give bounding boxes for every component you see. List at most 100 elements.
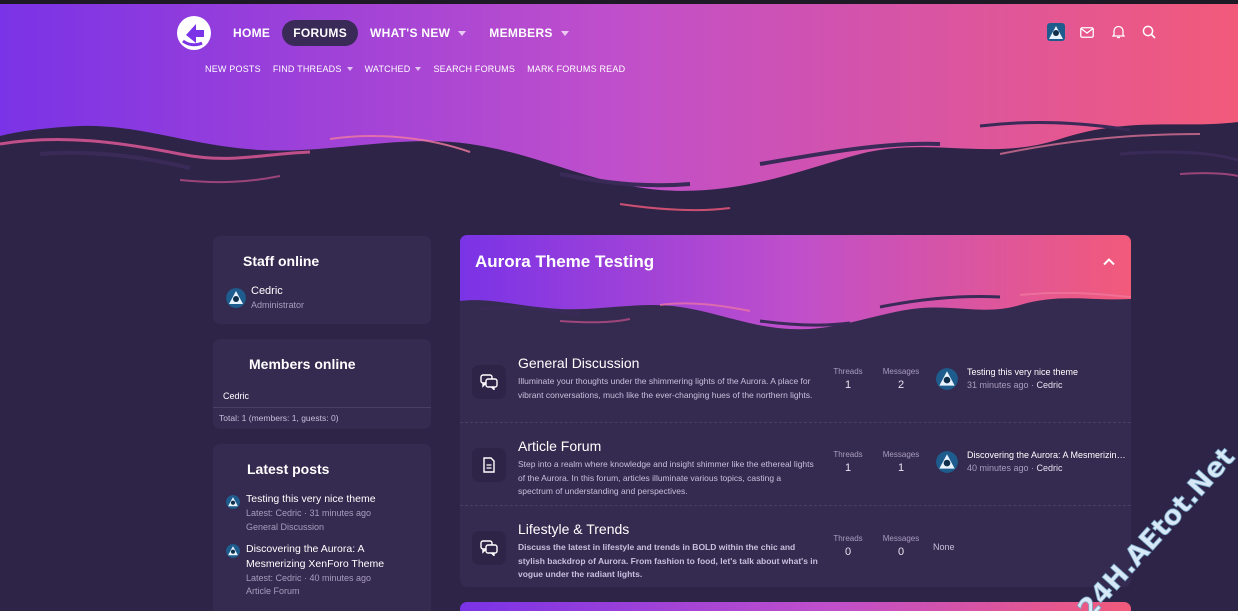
user-avatar[interactable] <box>226 495 240 509</box>
subnav-new-posts[interactable]: NEW POSTS <box>205 64 261 74</box>
forum-description: Illuminate your thoughts under the shimm… <box>518 376 813 400</box>
last-post-title[interactable]: Discovering the Aurora: A Mesmerizing Xe… <box>967 450 1127 460</box>
forum-description: Discuss the latest in lifestyle and tren… <box>518 542 818 579</box>
subnav-watched[interactable]: WATCHED <box>365 64 422 74</box>
messages-count: 2 <box>897 379 905 391</box>
sub-navigation: NEW POSTS FIND THREADS WATCHED SEARCH FORUM… <box>205 64 637 74</box>
last-post: Discovering the Aurora: A Mesmerizing Xe… <box>967 450 1127 473</box>
subnav-label: SEARCH FORUMS <box>433 64 516 74</box>
chevron-down-icon[interactable] <box>560 30 569 36</box>
next-category-header[interactable] <box>460 602 1131 611</box>
nav-tab-label: MEMBERS <box>489 26 553 40</box>
subnav-find-threads[interactable]: FIND THREADS <box>273 64 353 74</box>
document-icon[interactable] <box>472 448 506 482</box>
nav-tab-forums[interactable]: FORUMS <box>282 20 358 46</box>
nav-tab-home[interactable]: HOME <box>222 20 281 46</box>
latest-post-title-line1: Discovering the Aurora: A <box>246 543 365 555</box>
online-total: Total: 1 (members: 1, guests: 0) <box>219 413 339 423</box>
nav-tab-what-s-new[interactable]: WHAT'S NEW <box>359 20 477 46</box>
chat-bubbles-icon[interactable] <box>472 365 506 399</box>
subnav-label: FIND THREADS <box>272 64 342 74</box>
nav-user-tools <box>1046 22 1170 42</box>
nav-tab-label: HOME <box>233 26 271 40</box>
staff-online-title: Staff online <box>243 253 320 269</box>
last-post-time: 31 minutes ago <box>967 380 1029 390</box>
bell-icon[interactable] <box>1108 22 1128 42</box>
threads-stat: Threads 1 <box>818 367 878 391</box>
nav-tabs: HOME FORUMS WHAT'S NEW MEMBERS <box>222 20 581 46</box>
last-post-title[interactable]: Testing this very nice theme <box>967 367 1127 377</box>
node-divider <box>460 422 1131 423</box>
threads-count: 0 <box>844 546 852 558</box>
category-header[interactable]: Aurora Theme Testing <box>460 235 1131 335</box>
no-last-post: None <box>933 542 955 552</box>
forum-title[interactable]: Article Forum <box>518 438 601 454</box>
last-post-time: 40 minutes ago <box>967 463 1029 473</box>
user-avatar[interactable] <box>936 451 958 473</box>
last-post-user[interactable]: Cedric <box>1037 463 1063 473</box>
messages-stat: Messages 2 <box>871 367 931 391</box>
latest-posts-block: Latest posts Testing this very nice them… <box>213 444 431 611</box>
messages-label: Messages <box>882 367 920 376</box>
divider <box>213 407 431 408</box>
messages-count: 0 <box>897 546 905 558</box>
subnav-search-forums[interactable]: SEARCH FORUMS <box>433 64 515 74</box>
user-avatar[interactable] <box>226 544 240 558</box>
nav-tab-label: WHAT'S NEW <box>370 26 451 40</box>
nav-tab-label: FORUMS <box>293 26 347 40</box>
user-avatar[interactable] <box>936 368 958 390</box>
last-post-user[interactable]: Cedric <box>1037 380 1063 390</box>
envelope-icon[interactable] <box>1077 22 1097 42</box>
forum-title[interactable]: General Discussion <box>518 355 639 371</box>
threads-label: Threads <box>833 534 863 543</box>
forum-node: Lifestyle & Trends Discuss the latest in… <box>460 512 1131 587</box>
staff-online-block: Staff online Cedric Administrator <box>213 236 431 324</box>
search-icon[interactable] <box>1139 22 1159 42</box>
nav-tab-members[interactable]: MEMBERS <box>478 20 579 46</box>
category-block: Aurora Theme Testing General Discussion … <box>460 235 1131 587</box>
staff-username[interactable]: Cedric <box>251 285 283 297</box>
node-divider <box>460 505 1131 506</box>
last-post-meta: 31 minutes ago · Cedric <box>967 380 1063 390</box>
latest-post-title-line2: Mesmerizing XenForo Theme <box>246 558 385 570</box>
main-nav: HOME FORUMS WHAT'S NEW MEMBERS <box>176 14 581 52</box>
last-post: Testing this very nice theme 31 minutes … <box>967 367 1127 390</box>
latest-post-forum[interactable]: Article Forum <box>246 586 300 596</box>
latest-posts-title: Latest posts <box>247 461 330 477</box>
latest-post-meta: Latest: Cedric · 40 minutes ago <box>246 573 372 583</box>
user-avatar[interactable] <box>226 288 246 308</box>
messages-stat: Messages 0 <box>871 534 931 558</box>
messages-label: Messages <box>882 450 920 459</box>
forum-description: Step into a realm where knowledge and in… <box>518 459 814 496</box>
chevron-down-icon[interactable] <box>458 30 467 36</box>
messages-label: Messages <box>882 534 920 543</box>
aurora-logo-icon[interactable] <box>176 15 212 51</box>
subnav-label: MARK FORUMS READ <box>527 64 626 74</box>
members-online-title: Members online <box>249 356 356 372</box>
chevron-up-icon[interactable] <box>1102 255 1116 269</box>
subnav-mark-forums-read[interactable]: MARK FORUMS READ <box>527 64 625 74</box>
forum-title[interactable]: Lifestyle & Trends <box>518 521 629 537</box>
chat-bubbles-icon[interactable] <box>472 531 506 565</box>
messages-stat: Messages 1 <box>871 450 931 474</box>
forum-node: General Discussion Illuminate your thoug… <box>460 346 1131 429</box>
subnav-label: WATCHED <box>364 64 411 74</box>
user-avatar-icon[interactable] <box>1046 22 1066 42</box>
threads-label: Threads <box>833 450 863 459</box>
chevron-down-icon[interactable] <box>346 67 353 71</box>
threads-count: 1 <box>844 462 852 474</box>
forum-node: Article Forum Step into a realm where kn… <box>460 429 1131 512</box>
latest-post-title[interactable]: Testing this very nice theme <box>246 493 376 505</box>
threads-stat: Threads 1 <box>818 450 878 474</box>
category-title[interactable]: Aurora Theme Testing <box>475 252 654 272</box>
latest-post-title[interactable]: Discovering the Aurora: A Mesmerizing Xe… <box>246 542 384 572</box>
threads-count: 1 <box>844 379 852 391</box>
messages-count: 1 <box>897 462 905 474</box>
chevron-down-icon[interactable] <box>415 67 422 71</box>
members-online-block: Members online Cedric Total: 1 (members:… <box>213 339 431 429</box>
latest-post-forum[interactable]: General Discussion <box>246 522 324 532</box>
last-post-meta: 40 minutes ago · Cedric <box>967 463 1063 473</box>
online-member-link[interactable]: Cedric <box>223 391 249 401</box>
threads-label: Threads <box>833 367 863 376</box>
subnav-label: NEW POSTS <box>205 64 261 74</box>
